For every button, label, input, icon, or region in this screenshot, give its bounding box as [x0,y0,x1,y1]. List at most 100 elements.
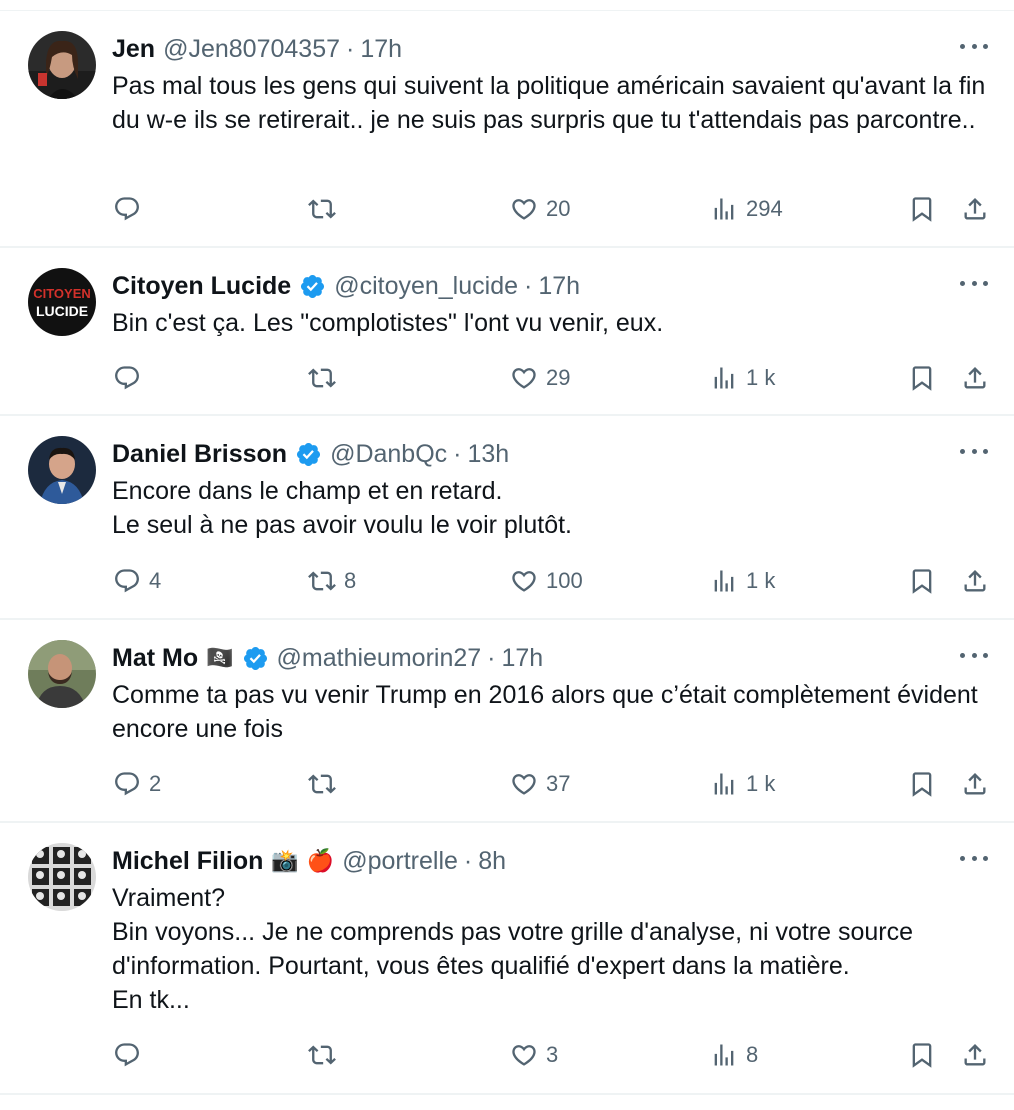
reply-button[interactable] [113,191,149,227]
reply-tweet[interactable]: Mat Mo 🏴‍☠️ @mathieumorin27 · 17h Comme … [0,620,1014,823]
display-name[interactable]: Daniel Brisson [112,440,287,469]
retweet-icon [308,368,336,388]
action-bar: 20 294 [0,191,1014,227]
display-name[interactable]: Mat Mo [112,644,198,673]
tweet-text: Vraiment? Bin voyons... Je ne comprends … [112,884,914,1014]
tweet-header: Jen @Jen80704357 · 17h [112,33,402,65]
reply-tweet[interactable]: Michel Filion 📸 🍎 @portrelle · 8h Vraime… [0,823,1014,1095]
display-name[interactable]: Jen [112,35,155,64]
like-button[interactable]: 3 [510,1037,558,1073]
more-icon[interactable] [960,446,988,456]
share-button[interactable] [961,191,989,227]
more-icon[interactable] [960,853,988,863]
avatar[interactable]: CITOYEN LUCIDE [28,268,96,336]
tweet-text: Bin c'est ça. Les "complotistes" l'ont v… [112,309,664,337]
share-button[interactable] [961,1037,989,1073]
user-handle[interactable]: @DanbQc [330,440,447,469]
views-icon [714,570,734,592]
bookmark-button[interactable] [908,563,936,599]
more-icon[interactable] [960,41,988,51]
like-count: 3 [546,1042,559,1067]
retweet-icon [308,199,336,219]
timestamp[interactable]: 17h [360,35,402,64]
user-handle[interactable]: @citoyen_lucide [334,272,518,301]
retweet-icon [308,774,336,794]
tweet-header: Mat Mo 🏴‍☠️ @mathieumorin27 · 17h [112,642,543,674]
views-count: 294 [746,196,783,221]
views-button[interactable]: 1 k [710,360,775,396]
views-icon [714,367,734,389]
retweet-button[interactable] [308,191,344,227]
views-count: 1 k [746,365,776,390]
retweet-button[interactable]: 8 [308,563,356,599]
like-icon [512,368,536,389]
reply-button[interactable]: 4 [113,563,161,599]
avatar[interactable] [28,436,96,504]
views-button[interactable]: 1 k [710,563,775,599]
views-button[interactable]: 1 k [710,766,775,802]
like-icon [512,571,536,592]
avatar[interactable] [28,843,96,911]
action-bar: 29 1 k [0,360,1014,396]
bookmark-icon [912,772,932,797]
retweet-icon [308,571,336,591]
reply-tweet[interactable]: Jen @Jen80704357 · 17h Pas mal tous les … [0,11,1014,248]
reply-button[interactable] [113,360,149,396]
timestamp[interactable]: 17h [501,644,543,673]
retweet-count: 8 [344,568,357,593]
bookmark-button[interactable] [908,766,936,802]
like-count: 100 [546,568,583,593]
timestamp[interactable]: 8h [478,847,506,876]
like-count: 20 [546,196,571,221]
separator-dot: · [453,439,462,468]
like-icon [512,774,536,795]
like-button[interactable]: 29 [510,360,570,396]
share-icon [964,198,986,220]
display-name[interactable]: Michel Filion [112,847,263,876]
reply-button[interactable]: 2 [113,766,161,802]
tweet-header: Michel Filion 📸 🍎 @portrelle · 8h [112,845,506,877]
avatar-logo-line1: CITOYEN [33,286,91,301]
retweet-button[interactable] [308,360,344,396]
views-button[interactable]: 8 [710,1037,758,1073]
reply-tweet[interactable]: Daniel Brisson @DanbQc · 13h Encore dans… [0,416,1014,620]
retweet-button[interactable] [308,766,344,802]
views-icon [714,773,734,795]
like-button[interactable]: 100 [510,563,583,599]
share-button[interactable] [961,766,989,802]
like-button[interactable]: 37 [510,766,570,802]
views-button[interactable]: 294 [710,191,783,227]
user-handle[interactable]: @mathieumorin27 [277,644,482,673]
separator-dot: · [524,271,533,300]
timestamp[interactable]: 17h [538,272,580,301]
more-icon[interactable] [960,278,988,288]
display-name[interactable]: Citoyen Lucide [112,272,291,301]
separator-dot: · [346,34,355,63]
like-button[interactable]: 20 [510,191,570,227]
reply-icon [115,569,139,593]
avatar[interactable] [28,640,96,708]
views-count: 1 k [746,771,776,796]
timestamp[interactable]: 13h [467,440,509,469]
share-button[interactable] [961,360,989,396]
user-handle[interactable]: @Jen80704357 [163,35,340,64]
separator-dot: · [463,846,473,875]
tweet-text: Encore dans le champ et en retard. Le se… [112,477,572,539]
reply-icon [115,1043,139,1067]
bookmark-icon [912,197,932,222]
like-count: 37 [546,771,571,796]
reply-button[interactable] [113,1037,149,1073]
verified-badge-icon [297,442,321,466]
avatar[interactable] [28,31,96,99]
reply-count: 2 [149,771,162,796]
share-button[interactable] [961,563,989,599]
reply-tweet[interactable]: CITOYEN LUCIDE Citoyen Lucide @citoyen_l… [0,248,1014,416]
bookmark-button[interactable] [908,360,936,396]
views-icon [714,198,734,220]
bookmark-button[interactable] [908,191,936,227]
retweet-button[interactable] [308,1037,344,1073]
bookmark-button[interactable] [908,1037,936,1073]
more-icon[interactable] [960,650,988,660]
user-handle[interactable]: @portrelle [342,847,458,876]
bookmark-icon [912,366,932,391]
